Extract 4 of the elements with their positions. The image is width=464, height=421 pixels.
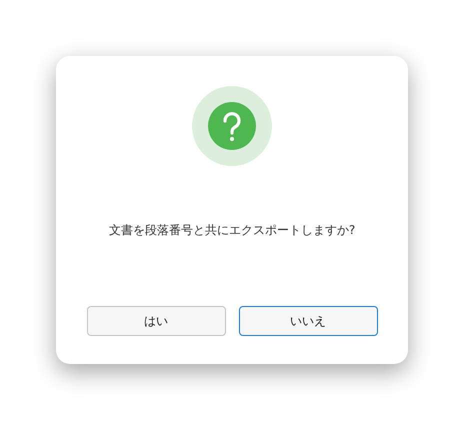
dialog-message: 文書を段落番号と共にエクスポートしますか? [108,222,356,238]
dialog-button[interactable]: いいえ [238,306,378,336]
question-icon [192,86,272,166]
dialog-button[interactable]: はい [86,306,226,336]
